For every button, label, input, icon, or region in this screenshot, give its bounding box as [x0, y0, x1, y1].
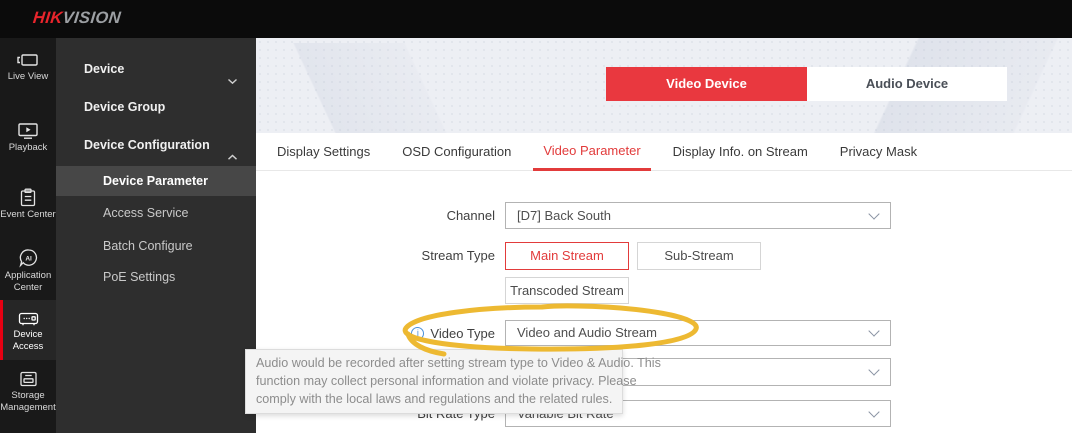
main-stream-button[interactable]: Main Stream [505, 242, 629, 270]
chevron-down-icon [868, 364, 880, 376]
channel-select[interactable]: [D7] Back South [505, 202, 891, 229]
logo-hik: HIK [32, 9, 64, 27]
tab-display-settings[interactable]: Display Settings [277, 133, 370, 171]
svg-text:AI: AI [25, 255, 32, 262]
band-decoration [256, 43, 496, 133]
tab-privacy-mask[interactable]: Privacy Mask [840, 133, 917, 171]
stream-type-label: Stream Type [421, 248, 495, 263]
tooltip-line: Audio would be recorded after setting st… [256, 356, 661, 370]
hikvision-device-config-page: { "brand": { "hik": "HIK", "vision": "VI… [0, 0, 1072, 433]
live-view-icon [0, 52, 56, 69]
panel-item-device-parameter[interactable]: Device Parameter [56, 166, 256, 196]
panel-item-label: Device Configuration [84, 138, 210, 152]
nav-label: Event Center [0, 209, 56, 220]
nav-label: Playback [8, 142, 48, 153]
panel-item-batch-configure[interactable]: Batch Configure [56, 231, 256, 261]
panel-item-label: Batch Configure [103, 239, 193, 253]
video-type-label: Video Type [430, 325, 495, 341]
panel-item-device-group[interactable]: Device Group [56, 92, 256, 122]
nav-label: Management [0, 402, 56, 413]
panel-item-device-configuration[interactable]: Device Configuration [56, 130, 256, 160]
tab-audio-device[interactable]: Audio Device [807, 67, 1007, 101]
panel-item-label: PoE Settings [103, 270, 176, 284]
panel-item-label: Access Service [103, 206, 189, 220]
panel-item-label: Device [84, 62, 125, 76]
panel-item-access-service[interactable]: Access Service [56, 198, 256, 228]
audio-privacy-tooltip: Audio would be recorded after setting st… [245, 349, 661, 414]
sidebar-item-playback[interactable]: Playback [0, 122, 56, 154]
sidebar-item-event-center[interactable]: Event Center [0, 188, 56, 221]
application-center-icon: AI [0, 248, 56, 268]
nav-label: Live View [7, 71, 49, 82]
device-config-panel: Device Device Group Device Configuration… [56, 38, 256, 433]
parameter-tab-bar: Display Settings OSD Configuration Video… [256, 133, 1072, 171]
nav-label: Application [4, 270, 52, 281]
storage-management-icon [0, 370, 56, 388]
main-nav-sidebar: Live View Playback Event Center AI Appli… [0, 38, 56, 433]
video-type-select[interactable]: Video and Audio Stream [505, 320, 891, 346]
tab-video-parameter[interactable]: Video Parameter [533, 133, 651, 171]
tooltip-line: function may collect personal informatio… [256, 374, 637, 388]
video-type-value: Video and Audio Stream [517, 325, 657, 340]
transcoded-stream-button[interactable]: Transcoded Stream [505, 277, 629, 304]
info-icon[interactable]: i [411, 326, 425, 340]
panel-item-label: Device Group [84, 100, 166, 114]
tab-video-device[interactable]: Video Device [606, 67, 807, 101]
panel-item-label: Device Parameter [103, 174, 208, 188]
tab-display-info-on-stream[interactable]: Display Info. on Stream [673, 133, 808, 171]
tooltip-line: comply with the local laws and regulatio… [256, 392, 613, 406]
logo-vision: VISION [61, 9, 122, 27]
panel-item-device[interactable]: Device [56, 54, 256, 85]
channel-label: Channel [446, 208, 495, 223]
tab-osd-configuration[interactable]: OSD Configuration [402, 133, 511, 171]
top-bar: HIKVISION [0, 0, 1072, 38]
sidebar-item-device-access[interactable]: Device Access [0, 300, 56, 360]
nav-label: Access [12, 341, 44, 352]
sub-stream-button[interactable]: Sub-Stream [637, 242, 761, 270]
sidebar-item-application-center[interactable]: AI Application Center [0, 248, 56, 294]
channel-value: [D7] Back South [517, 208, 611, 223]
nav-label: Device [13, 329, 43, 340]
device-access-icon [0, 310, 56, 327]
video-type-label-row: i Video Type [256, 320, 495, 346]
event-center-icon [0, 188, 56, 207]
nav-label: Center [13, 282, 43, 293]
sidebar-item-storage-management[interactable]: Storage Management [0, 370, 56, 414]
playback-icon [0, 122, 56, 140]
panel-item-poe-settings[interactable]: PoE Settings [56, 262, 256, 292]
hikvision-logo: HIKVISION [32, 9, 122, 28]
nav-label: Storage [11, 390, 45, 401]
sidebar-item-live-view[interactable]: Live View [0, 52, 56, 83]
